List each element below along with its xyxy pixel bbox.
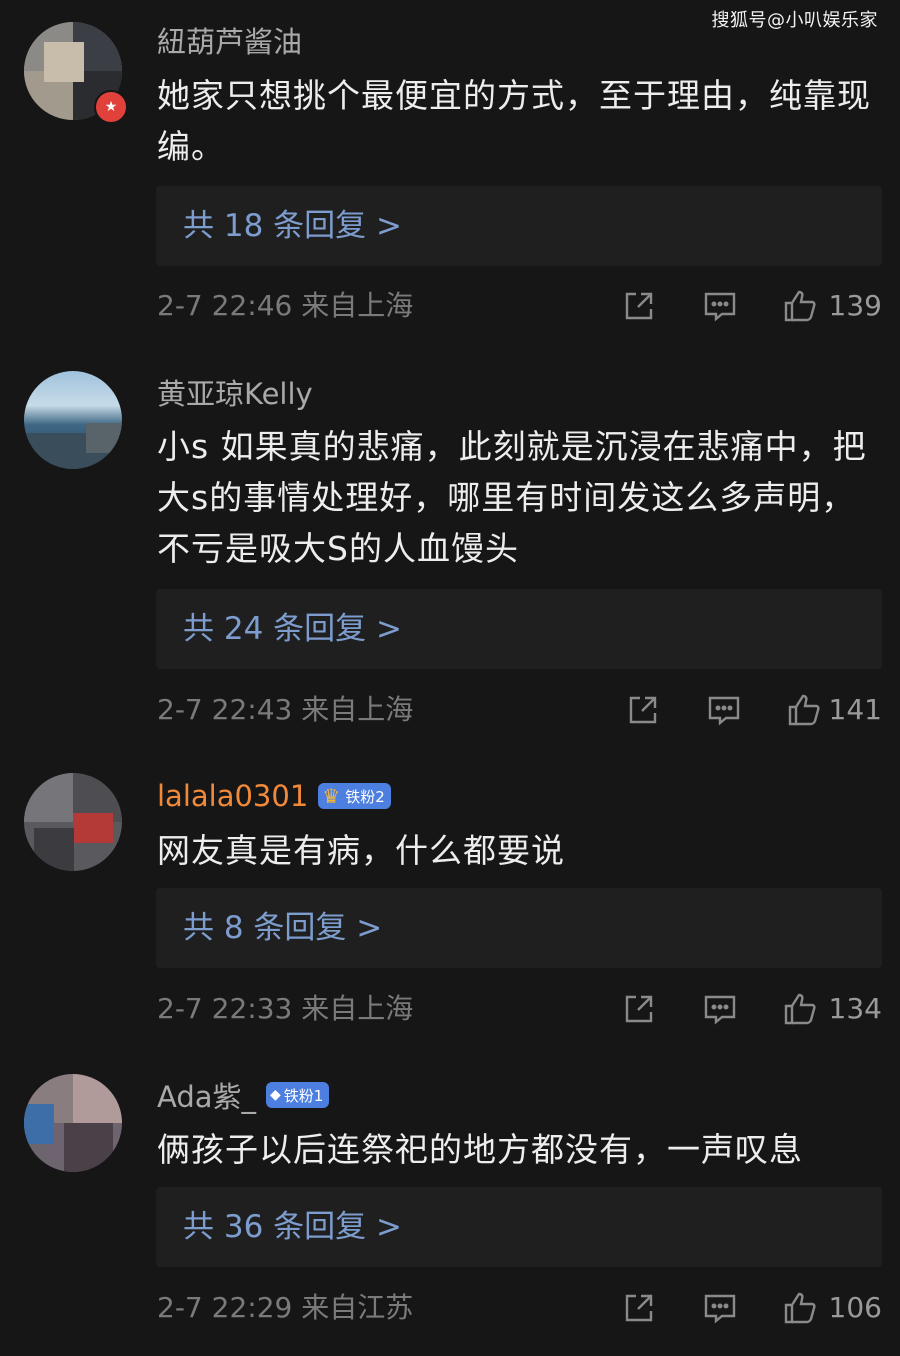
timestamp: 2-7 22:33 来自上海 [157,992,414,1025]
comment-text: 小s 如果真的悲痛，此刻就是沉浸在悲痛中，把大s的事情处理好，哪里有时间发这么多… [157,427,867,568]
comment-icon[interactable] [702,288,738,324]
comment-text: 俩孩子以后连祭祀的地方都没有，一声叹息 [157,1130,803,1169]
like-icon[interactable] [782,288,818,324]
reply-box[interactable]: 共 18 条回复 > [156,186,882,266]
reply-box[interactable]: 共 8 条回复 > [156,888,882,968]
share-icon[interactable] [621,1290,657,1326]
star-icon: ★ [94,90,128,124]
like-icon[interactable] [786,692,822,728]
share-icon[interactable] [621,288,657,324]
timestamp: 2-7 22:46 来自上海 [157,289,414,322]
avatar[interactable] [24,773,122,871]
diamond-icon: ◆ [270,1087,281,1103]
replies-link[interactable]: 共 8 条回复 > [183,888,382,968]
reply-box[interactable]: 共 24 条回复 > [156,589,882,669]
timestamp: 2-7 22:29 来自江苏 [157,1291,414,1324]
comment-icon[interactable] [702,1290,738,1326]
avatar[interactable] [24,1074,122,1172]
replies-link[interactable]: 共 18 条回复 > [183,186,402,266]
timestamp: 2-7 22:43 来自上海 [157,693,414,726]
crown-icon: ♛ [322,784,341,808]
replies-link[interactable]: 共 36 条回复 > [183,1187,402,1267]
username[interactable]: 紐葫芦酱油 [157,19,302,61]
like-icon[interactable] [782,991,818,1027]
comment-icon[interactable] [706,692,742,728]
reply-box[interactable]: 共 36 条回复 > [156,1187,882,1267]
like-icon[interactable] [782,1290,818,1326]
avatar[interactable] [24,371,122,469]
comment-text: 她家只想挑个最便宜的方式，至于理由，纯靠现编。 [157,76,871,166]
watermark: 搜狐号@小叭娱乐家 [711,10,878,31]
fan-badge: ♛ 铁粉2 [318,783,391,809]
badge-label: 铁粉2 [345,787,385,806]
username[interactable]: lalala0301 [157,779,308,813]
replies-link[interactable]: 共 24 条回复 > [183,589,402,669]
like-count: 134 [828,992,882,1025]
username[interactable]: 黄亚琼Kelly [157,371,313,413]
badge-label: 铁粉1 [283,1086,324,1105]
share-icon[interactable] [621,991,657,1027]
fan-badge: ◆ 铁粉1 [266,1082,330,1108]
username[interactable]: Ada紫_ [157,1074,256,1116]
comment-icon[interactable] [702,991,738,1027]
like-count: 141 [828,693,882,726]
comment-text: 网友真是有病，什么都要说 [157,831,565,870]
share-icon[interactable] [625,692,661,728]
like-count: 139 [828,289,882,322]
like-count: 106 [828,1291,882,1324]
